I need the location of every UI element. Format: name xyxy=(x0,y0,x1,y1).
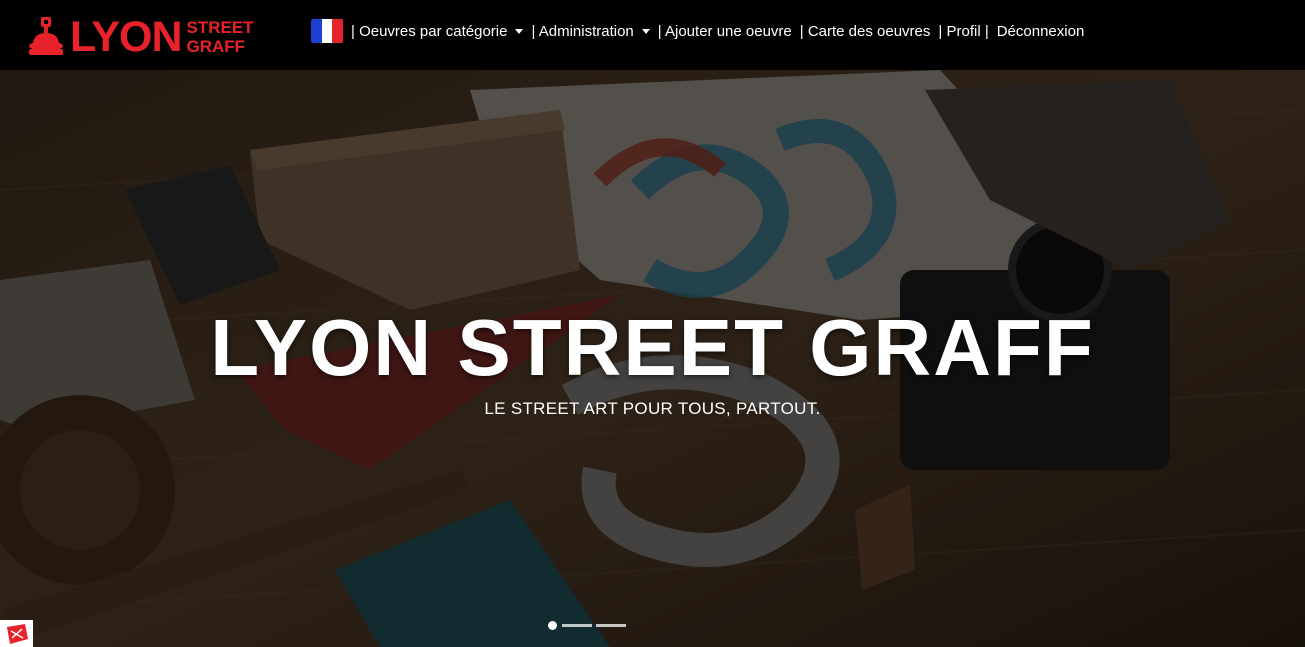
nav-deconnexion-label: Déconnexion xyxy=(996,22,1085,40)
nav-carte-oeuvres[interactable]: | Carte des oeuvres xyxy=(800,23,931,40)
logo-word: LYON xyxy=(70,12,182,61)
chevron-down-icon xyxy=(515,28,524,34)
top-navbar: LYON STREET GRAFF | Oeuvres par catégori… xyxy=(0,0,1305,70)
hero-carousel: LYON STREET GRAFF LE STREET ART POUR TOU… xyxy=(0,70,1305,647)
logo-stack: STREET GRAFF xyxy=(187,18,254,56)
nav-oeuvres-label: | Oeuvres par catégorie xyxy=(351,22,508,40)
hero-subtitle: LE STREET ART POUR TOUS, PARTOUT. xyxy=(484,399,821,418)
logo-line-street: STREET xyxy=(186,18,254,37)
nav-administration[interactable]: | Administration xyxy=(531,23,657,40)
carousel-indicator-2[interactable] xyxy=(562,624,592,627)
nav-deconnexion[interactable]: Déconnexion xyxy=(997,23,1085,40)
french-flag-icon[interactable] xyxy=(311,19,343,43)
site-logo[interactable]: LYON STREET GRAFF xyxy=(27,15,254,59)
hero-title: LYON STREET GRAFF xyxy=(210,303,1095,392)
nav-administration-label: | Administration xyxy=(531,22,634,40)
spray-can-logo-icon xyxy=(29,17,63,55)
nav-oeuvres-par-categorie[interactable]: | Oeuvres par catégorie xyxy=(351,23,531,40)
nav-carte-label: | Carte des oeuvres xyxy=(799,22,931,40)
recaptcha-badge-icon[interactable] xyxy=(0,620,33,647)
nav-profil-label: | Profil | xyxy=(938,22,989,40)
carousel-indicators xyxy=(548,621,630,630)
nav-ajouter-oeuvre[interactable]: | Ajouter une oeuvre xyxy=(658,23,792,40)
nav-profil[interactable]: | Profil | xyxy=(938,23,988,40)
logo-line-graff: GRAFF xyxy=(186,37,246,56)
main-nav: | Oeuvres par catégorie | Administration… xyxy=(311,19,1084,43)
carousel-indicator-3[interactable] xyxy=(596,624,626,627)
logo-badge-icon xyxy=(6,623,28,644)
chevron-down-icon xyxy=(641,28,650,34)
nav-ajouter-label: | Ajouter une oeuvre xyxy=(657,22,792,40)
carousel-indicator-1[interactable] xyxy=(548,621,557,630)
